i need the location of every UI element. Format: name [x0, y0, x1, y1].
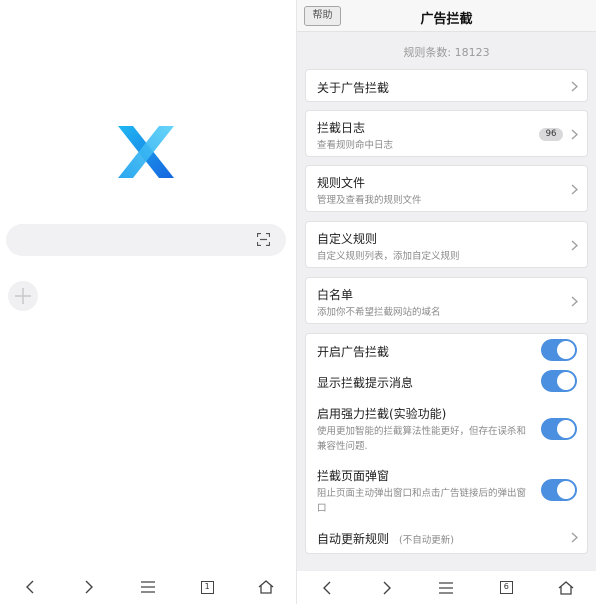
- block-popups-desc-line1: 阻止页面主动弹出窗口和点击广告链接后的弹出窗: [317, 488, 527, 499]
- chevron-left-icon: [322, 581, 331, 594]
- home-icon: [258, 580, 274, 594]
- screen: 1 帮助 广告拦截 规则条数: 18123 关于广告拦截 拦截日志 查看规则命中…: [0, 0, 596, 604]
- block-popups-label: 拦截页面弹窗: [317, 469, 390, 483]
- page-title: 广告拦截: [420, 12, 473, 27]
- chevron-right-icon: [571, 184, 578, 195]
- browser-home-panel: 1: [0, 0, 296, 604]
- chevron-right-icon: [85, 580, 93, 594]
- item-title: 关于广告拦截: [317, 81, 390, 95]
- toggle-knob: [557, 341, 575, 359]
- chevron-right-icon: [571, 81, 578, 92]
- scan-icon[interactable]: [257, 233, 270, 246]
- tabs-button[interactable]: 6: [486, 571, 526, 604]
- item-title: 自定义规则: [317, 232, 378, 246]
- auto-update-rules-item[interactable]: 自动更新规则 (不自动更新): [306, 524, 587, 554]
- chevron-right-icon: [571, 240, 578, 251]
- tabs-button[interactable]: 1: [187, 570, 227, 604]
- log-count-badge: 96: [539, 128, 563, 141]
- home-button[interactable]: [246, 570, 286, 604]
- strong-block-toggle[interactable]: [541, 418, 577, 440]
- block-log-item[interactable]: 拦截日志 查看规则命中日志 96: [305, 110, 588, 157]
- show-block-message-toggle[interactable]: [541, 370, 577, 392]
- add-shortcut-button[interactable]: [8, 281, 38, 311]
- bottom-navigation-bar: 6: [297, 570, 596, 604]
- plus-icon: [15, 288, 31, 304]
- bottom-navigation-bar: 1: [0, 570, 296, 604]
- x-browser-logo: [118, 126, 174, 178]
- tab-count-badge: 1: [200, 580, 214, 594]
- block-popups-toggle[interactable]: [541, 479, 577, 501]
- item-subtitle: 添加你不希望拦截网站的域名: [317, 307, 441, 318]
- menu-icon: [439, 581, 454, 594]
- strong-block-label: 启用强力拦截(实验功能): [317, 407, 447, 421]
- auto-update-rules-label: 自动更新规则: [317, 532, 390, 546]
- item-title: 拦截日志: [317, 121, 366, 135]
- item-subtitle: 自定义规则列表，添加自定义规则: [317, 251, 460, 262]
- forward-button[interactable]: [367, 571, 407, 604]
- whitelist-item[interactable]: 白名单 添加你不希望拦截网站的域名: [305, 277, 588, 324]
- block-popups-desc-line2: 口: [317, 503, 327, 514]
- custom-rules-item[interactable]: 自定义规则 自定义规则列表，添加自定义规则: [305, 221, 588, 268]
- menu-button[interactable]: [426, 571, 466, 604]
- item-title: 规则文件: [317, 176, 366, 190]
- item-subtitle: 查看规则命中日志: [317, 140, 394, 151]
- chevron-right-icon: [571, 296, 578, 307]
- search-input[interactable]: [6, 224, 286, 256]
- ad-block-settings-card: 开启广告拦截 显示拦截提示消息 启用强力拦截(实验功能) 使用更加智能的拦截算法…: [305, 333, 588, 554]
- auto-update-rules-note: (不自动更新): [399, 535, 454, 546]
- chevron-right-icon: [571, 129, 578, 140]
- chevron-right-icon: [571, 532, 578, 543]
- home-icon: [558, 580, 574, 595]
- tab-count-badge: 6: [499, 581, 513, 594]
- home-button[interactable]: [546, 571, 586, 604]
- menu-icon: [140, 581, 155, 593]
- about-ad-block-item[interactable]: 关于广告拦截: [305, 69, 588, 102]
- settings-header: 帮助 广告拦截: [297, 0, 596, 32]
- forward-button[interactable]: [69, 570, 109, 604]
- toggle-knob: [557, 420, 575, 438]
- rule-files-item[interactable]: 规则文件 管理及查看我的规则文件: [305, 165, 588, 212]
- enable-ad-block-toggle[interactable]: [541, 339, 577, 361]
- back-button[interactable]: [10, 570, 50, 604]
- chevron-left-icon: [25, 580, 34, 594]
- menu-button[interactable]: [128, 570, 168, 604]
- show-block-message-label: 显示拦截提示消息: [317, 376, 414, 390]
- item-title: 白名单: [317, 288, 354, 302]
- chevron-right-icon: [383, 581, 391, 594]
- rule-count-label: 规则条数: 18123: [403, 46, 490, 59]
- item-subtitle: 管理及查看我的规则文件: [317, 195, 422, 206]
- strong-block-desc-line2: 兼容性问题.: [317, 441, 368, 452]
- back-button[interactable]: [307, 571, 347, 604]
- ad-block-settings-panel: 帮助 广告拦截 规则条数: 18123 关于广告拦截 拦截日志 查看规则命中日志…: [297, 0, 596, 604]
- toggle-knob: [557, 372, 575, 390]
- strong-block-desc-line1: 使用更加智能的拦截算法性能更好，但存在误杀和: [317, 426, 527, 437]
- enable-ad-block-label: 开启广告拦截: [317, 345, 390, 359]
- toggle-knob: [557, 481, 575, 499]
